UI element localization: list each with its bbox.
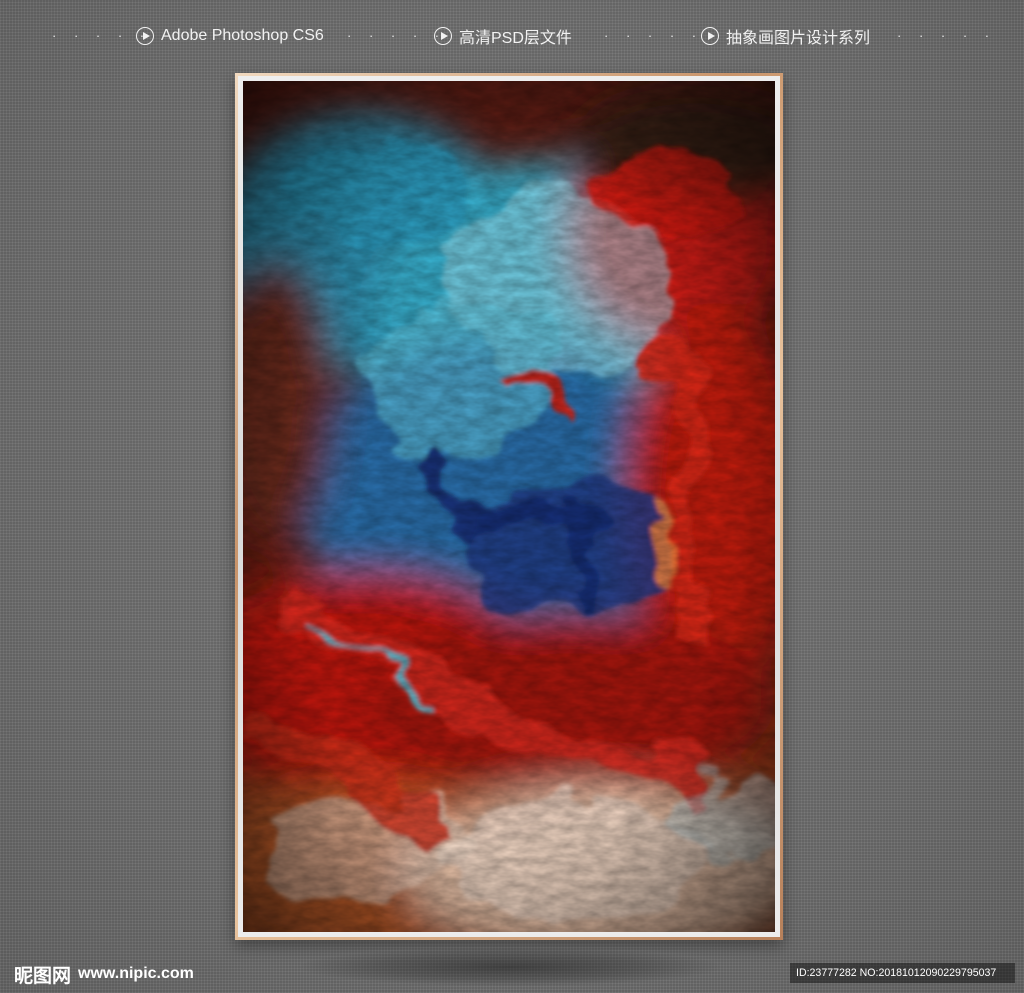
frame-mat (238, 76, 780, 937)
header-item-label: 抽象画图片设计系列 (726, 30, 871, 47)
frame-shadow (300, 948, 720, 986)
site-name: 昵图网 (14, 964, 72, 987)
play-circle-icon (136, 27, 154, 45)
abstract-painting (243, 81, 775, 932)
play-circle-icon (701, 27, 719, 45)
play-circle-icon (434, 27, 452, 45)
header-item-photoshop: Adobe Photoshop CS6 (136, 24, 324, 48)
header-item-label: 高清PSD层文件 (459, 30, 572, 47)
header-item-psd: 高清PSD层文件 (434, 24, 572, 48)
painting-artwork (243, 81, 775, 932)
image-id-badge: ID:23777282 NO:20181012090229795037 (790, 963, 1015, 983)
separator-dots: · · · · · (897, 28, 997, 43)
header-strip: · · · · · Adobe Photoshop CS6 · · · · · … (0, 22, 1024, 52)
picture-frame (235, 73, 783, 940)
separator-dots: · · · · · (604, 28, 704, 43)
site-url: www.nipic.com (78, 965, 194, 982)
header-item-label: Adobe Photoshop CS6 (161, 27, 324, 44)
header-item-series: 抽象画图片设计系列 (701, 24, 870, 48)
site-logo: 昵图网 www.nipic.com (14, 960, 194, 988)
separator-dots: · · · · · (347, 28, 447, 43)
